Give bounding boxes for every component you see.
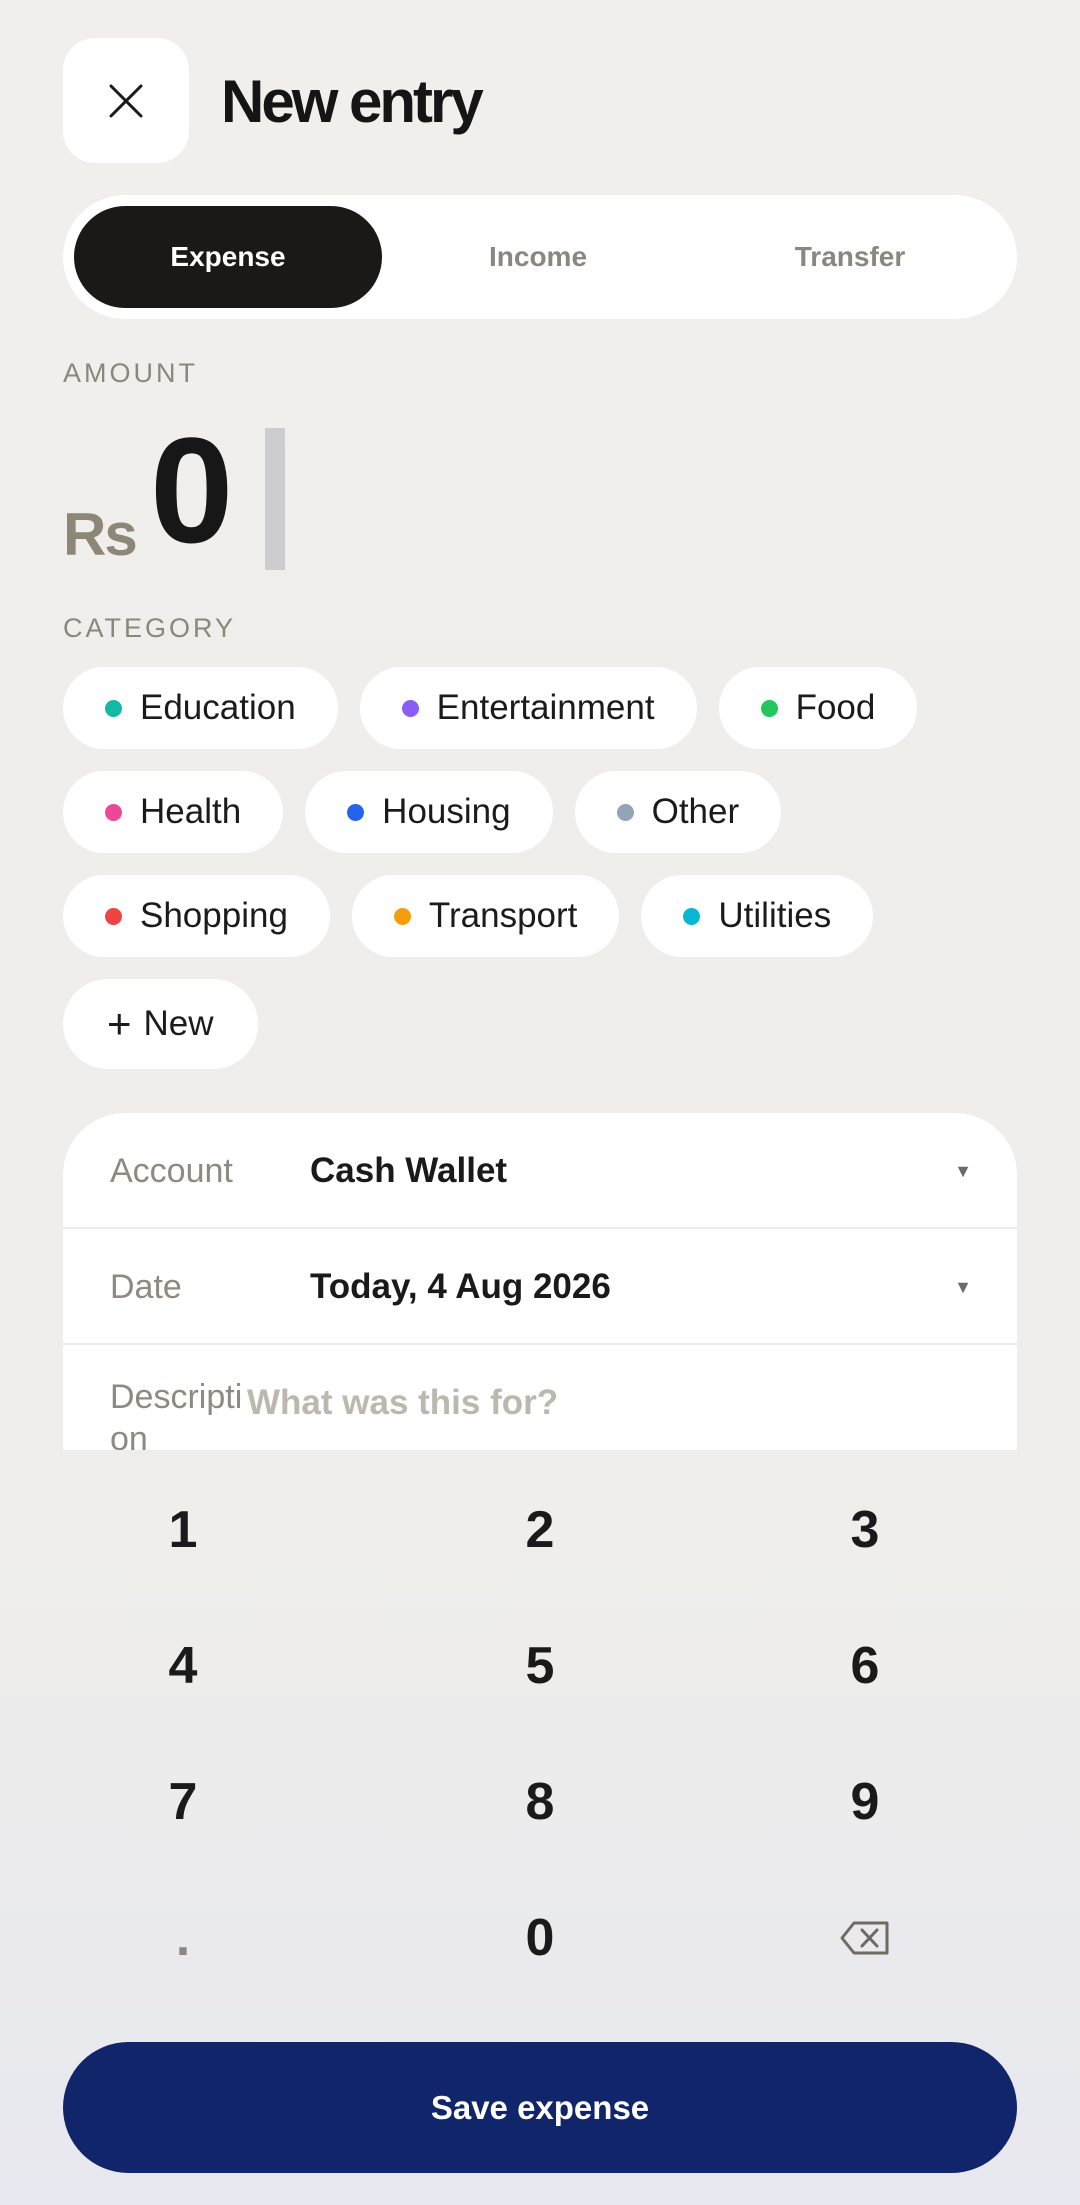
category-label: CATEGORY — [63, 613, 237, 643]
account-label: Account — [110, 1152, 233, 1190]
divider — [63, 1343, 1017, 1345]
close-icon — [109, 84, 143, 117]
account-value: Cash Wallet — [310, 1151, 508, 1190]
category-chip-shopping[interactable]: Shopping — [63, 875, 330, 957]
category-color-dot — [105, 803, 122, 821]
category-chip-list: Education Entertainment Food Health Hous… — [63, 667, 1023, 1091]
description-label: Descripti on — [110, 1378, 243, 1450]
category-chip-education[interactable]: Education — [63, 667, 338, 749]
date-value: Today, 4 Aug 2026 — [310, 1267, 611, 1306]
date-select[interactable]: Date Today, 4 Aug 2026 ▼ — [63, 1229, 1017, 1345]
key-1[interactable]: 1 — [63, 1470, 303, 1590]
category-color-dot — [683, 907, 701, 925]
category-chip-housing[interactable]: Housing — [305, 771, 553, 853]
key-8[interactable]: 8 — [420, 1742, 660, 1862]
category-color-dot — [105, 907, 122, 925]
new-entry-screen: New entry Expense Income Transfer AMOUNT… — [0, 0, 1080, 2205]
category-color-dot — [760, 699, 778, 717]
chevron-down-icon: ▼ — [954, 1160, 972, 1181]
description-input[interactable] — [247, 1383, 947, 1423]
chip-label: Utilities — [718, 896, 832, 935]
entry-type-segmented-control: Expense Income Transfer — [63, 195, 1017, 319]
key-6[interactable]: 6 — [745, 1606, 985, 1726]
chip-label: Transport — [428, 896, 578, 935]
category-color-dot — [393, 907, 411, 925]
chip-label: Other — [651, 792, 740, 831]
amount-label: AMOUNT — [63, 358, 198, 388]
backspace-key[interactable] — [745, 1878, 985, 1998]
new-category-label: New — [143, 1004, 214, 1043]
key-0[interactable]: 0 — [420, 1878, 660, 1998]
tab-expense[interactable]: Expense — [74, 206, 382, 308]
currency-symbol: Rs — [63, 501, 138, 568]
chip-label: Food — [795, 688, 876, 727]
category-chip-entertainment[interactable]: Entertainment — [359, 667, 697, 749]
category-color-dot — [401, 699, 419, 717]
key-9[interactable]: 9 — [745, 1742, 985, 1862]
save-expense-button[interactable]: Save expense — [63, 2042, 1017, 2173]
category-chip-utilities[interactable]: Utilities — [641, 875, 874, 957]
tab-income[interactable]: Income — [382, 206, 694, 308]
category-chip-food[interactable]: Food — [718, 667, 918, 749]
key-5[interactable]: 5 — [420, 1606, 660, 1726]
category-chip-health[interactable]: Health — [63, 771, 284, 853]
category-color-dot — [105, 699, 122, 717]
plus-icon: + — [107, 1000, 132, 1047]
key-decimal[interactable]: . — [63, 1878, 303, 1998]
key-7[interactable]: 7 — [63, 1742, 303, 1862]
close-button[interactable] — [63, 38, 189, 163]
page-title: New entry — [221, 68, 484, 135]
tab-transfer[interactable]: Transfer — [694, 206, 1006, 308]
account-select[interactable]: Account Cash Wallet ▼ — [63, 1113, 1017, 1229]
new-category-button[interactable]: + New — [63, 979, 258, 1069]
key-2[interactable]: 2 — [420, 1470, 660, 1590]
amount-value[interactable]: 0 — [150, 410, 233, 570]
category-chip-transport[interactable]: Transport — [351, 875, 620, 957]
chip-label: Shopping — [140, 896, 288, 935]
category-color-dot — [347, 803, 365, 821]
chip-label: Education — [140, 688, 296, 727]
chip-label: Entertainment — [436, 688, 655, 727]
amount-text-caret — [265, 428, 285, 570]
category-color-dot — [616, 803, 634, 821]
backspace-icon — [840, 1921, 889, 1955]
chip-label: Housing — [382, 792, 511, 831]
date-label: Date — [110, 1268, 182, 1306]
category-chip-other[interactable]: Other — [574, 771, 782, 853]
key-4[interactable]: 4 — [63, 1606, 303, 1726]
chip-label: Health — [140, 792, 242, 831]
key-3[interactable]: 3 — [745, 1470, 985, 1590]
chevron-down-icon: ▼ — [954, 1276, 972, 1297]
